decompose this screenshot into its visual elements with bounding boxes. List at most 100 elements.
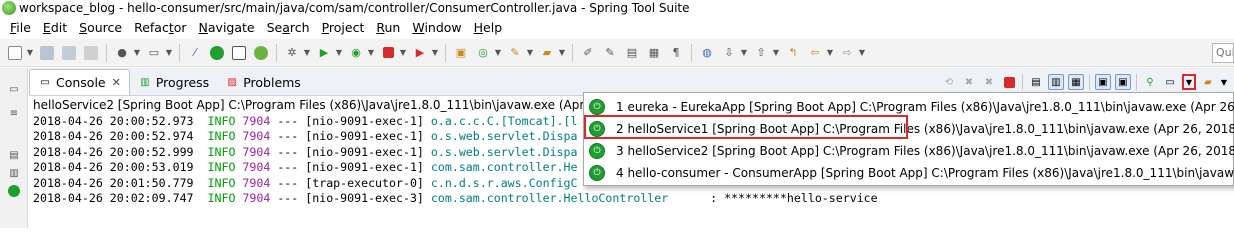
chevron-down-icon[interactable]: ▼ xyxy=(558,45,566,61)
chevron-down-icon[interactable]: ▼ xyxy=(494,45,502,61)
pin-icon[interactable]: ⟲ xyxy=(941,74,957,90)
open-task-icon[interactable]: ▰ xyxy=(539,45,555,61)
boot-tile-icon[interactable] xyxy=(231,45,247,61)
tab-problems[interactable]: ▨ Problems xyxy=(217,69,309,95)
scroll-lock-icon[interactable]: ▥ xyxy=(1048,74,1064,90)
show-on-stderr-icon[interactable]: ▣ xyxy=(1115,74,1131,90)
console-toolbar: ⟲ ✖ ✖ ▤ ▥ ▦ ▣ ▣ ⚲ ▭ ▼ ▰ ▼ xyxy=(939,72,1230,92)
chevron-down-icon[interactable]: ▼ xyxy=(165,45,173,61)
print-icon[interactable] xyxy=(83,45,99,61)
outline-icon[interactable]: ≡ xyxy=(7,106,21,120)
chevron-down-icon[interactable]: ▼ xyxy=(26,45,34,61)
main-toolbar: ▼ ● ▼ ▭ ▼ ⁄ ✲ ▼ ▶ ▼ ◉ ▼ ▼ ▶ ▼ ▣ ◎ ▼ ✎ ▼ … xyxy=(0,39,1234,67)
close-icon[interactable]: ✕ xyxy=(112,76,121,89)
menu-navigate[interactable]: Navigate xyxy=(193,20,261,35)
tab-label: Progress xyxy=(155,74,210,90)
show-whitespace-icon[interactable]: ¶ xyxy=(668,45,684,61)
annotation-highlight xyxy=(584,115,908,139)
terminate-icon[interactable] xyxy=(1001,74,1017,90)
coverage-icon[interactable]: ◉ xyxy=(348,45,364,61)
debug-icon[interactable]: ✲ xyxy=(284,45,300,61)
toolbar-separator xyxy=(276,43,277,62)
chevron-down-icon[interactable]: ▼ xyxy=(335,45,343,61)
monitor-icon[interactable]: ▭ xyxy=(146,45,162,61)
toolbar-separator xyxy=(445,43,446,62)
menu-window[interactable]: Window xyxy=(406,20,467,35)
chevron-down-icon[interactable]: ▼ xyxy=(826,45,834,61)
restore-icon[interactable]: ▭ xyxy=(7,82,21,96)
annotation-icon[interactable]: ✐ xyxy=(580,45,596,61)
forward-icon[interactable]: ⇨ xyxy=(839,45,855,61)
new-class-icon[interactable]: ◎ xyxy=(475,45,491,61)
chevron-down-icon[interactable]: ▼ xyxy=(740,45,748,61)
show-on-stdout-icon[interactable]: ▣ xyxy=(1095,74,1111,90)
user-icon[interactable]: ● xyxy=(114,45,130,61)
chevron-down-icon[interactable]: ▼ xyxy=(303,45,311,61)
boot-dashboard-icon[interactable] xyxy=(7,184,21,198)
menu-item-hello-consumer[interactable]: ⏻ 4 hello-consumer - ConsumerApp [Spring… xyxy=(584,162,1234,184)
pin-console-icon[interactable]: ⚲ xyxy=(1142,74,1158,90)
chevron-down-icon[interactable]: ▼ xyxy=(431,45,439,61)
tab-progress[interactable]: ▥ Progress xyxy=(130,69,217,95)
menu-item-hello-service2[interactable]: ⏻ 3 helloService2 [Spring Boot App] C:\P… xyxy=(584,140,1234,162)
chevron-down-icon[interactable]: ▼ xyxy=(133,45,141,61)
clear-console-icon[interactable]: ▤ xyxy=(1028,74,1044,90)
external-tools-icon[interactable]: ▶ xyxy=(412,45,428,61)
run-icon[interactable]: ▶ xyxy=(316,45,332,61)
menu-edit[interactable]: Edit xyxy=(37,20,73,35)
menu-run[interactable]: Run xyxy=(370,20,406,35)
display-console-dropdown-button[interactable]: ▼ xyxy=(1182,74,1196,90)
process-description: helloService2 [Spring Boot App] C:\Progr… xyxy=(33,98,593,112)
chevron-down-icon[interactable]: ▼ xyxy=(858,45,866,61)
chevron-down-icon[interactable]: ▼ xyxy=(526,45,534,61)
word-wrap-icon[interactable]: ▦ xyxy=(1068,74,1084,90)
console-row: 2018-04-26 20:02:09.747 INFO 7904 --- [n… xyxy=(33,190,878,205)
menu-search[interactable]: Search xyxy=(261,20,316,35)
menu-project[interactable]: Project xyxy=(316,20,371,35)
toolbar-separator xyxy=(572,43,573,62)
boot-dashboard-icon[interactable] xyxy=(209,45,225,61)
remove-all-icon[interactable]: ✖ xyxy=(981,74,997,90)
tab-label: Problems xyxy=(243,74,301,90)
toolbar-separator xyxy=(106,43,107,62)
prev-annotation-icon[interactable]: ⇧ xyxy=(753,45,769,61)
menu-source[interactable]: Source xyxy=(73,20,128,35)
new-file-icon[interactable] xyxy=(7,45,23,61)
new-package-icon[interactable]: ▣ xyxy=(453,45,469,61)
open-console-icon[interactable]: ▰ xyxy=(1200,74,1216,90)
globe-icon[interactable]: ◍ xyxy=(699,45,715,61)
spring-boot-run-icon: ⏻ xyxy=(589,143,605,159)
menu-help[interactable]: Help xyxy=(468,20,509,35)
stop-icon[interactable] xyxy=(380,45,396,61)
display-selected-console-icon[interactable]: ▭ xyxy=(1162,74,1178,90)
menu-item-label: 1 eureka - EurekaApp [Spring Boot App] C… xyxy=(616,100,1234,114)
problems-icon: ▨ xyxy=(227,76,237,88)
block-selection-icon[interactable]: ▦ xyxy=(646,45,662,61)
back-icon[interactable]: ⇦ xyxy=(807,45,823,61)
menu-item-label: 4 hello-consumer - ConsumerApp [Spring B… xyxy=(616,166,1234,180)
open-type-icon[interactable]: ✎ xyxy=(507,45,523,61)
menu-file[interactable]: File xyxy=(4,20,37,35)
save-icon[interactable] xyxy=(39,45,55,61)
chevron-down-icon[interactable]: ▼ xyxy=(367,45,375,61)
last-edit-icon[interactable]: ↰ xyxy=(785,45,801,61)
menu-item-label: 3 helloService2 [Spring Boot App] C:\Pro… xyxy=(616,144,1234,158)
spring-icon[interactable] xyxy=(253,45,269,61)
menu-refactor[interactable]: Refactor xyxy=(128,20,192,35)
mark-occurrences-icon[interactable]: ▤ xyxy=(624,45,640,61)
chevron-down-icon[interactable]: ▼ xyxy=(1220,74,1228,90)
servers-icon[interactable]: ▥ xyxy=(7,166,21,180)
remove-launch-icon[interactable]: ✖ xyxy=(961,74,977,90)
skip-breakpoints-icon[interactable]: ⁄ xyxy=(187,45,203,61)
package-explorer-icon[interactable]: ▤ xyxy=(7,148,21,162)
save-all-icon[interactable] xyxy=(61,45,77,61)
pen-icon[interactable]: ✎ xyxy=(602,45,618,61)
quick-access-input[interactable]: Quic xyxy=(1212,43,1234,63)
display-console-menu: ⏻ 1 eureka - EurekaApp [Spring Boot App]… xyxy=(583,92,1234,186)
left-trim-bar: ▭ ≡ ▤ ▥ xyxy=(0,68,28,228)
chevron-down-icon[interactable]: ▼ xyxy=(399,45,407,61)
chevron-down-icon[interactable]: ▼ xyxy=(772,45,780,61)
tab-console[interactable]: ▭ Console ✕ xyxy=(29,69,130,95)
spring-tool-suite-icon xyxy=(2,1,16,15)
next-annotation-icon[interactable]: ⇩ xyxy=(721,45,737,61)
